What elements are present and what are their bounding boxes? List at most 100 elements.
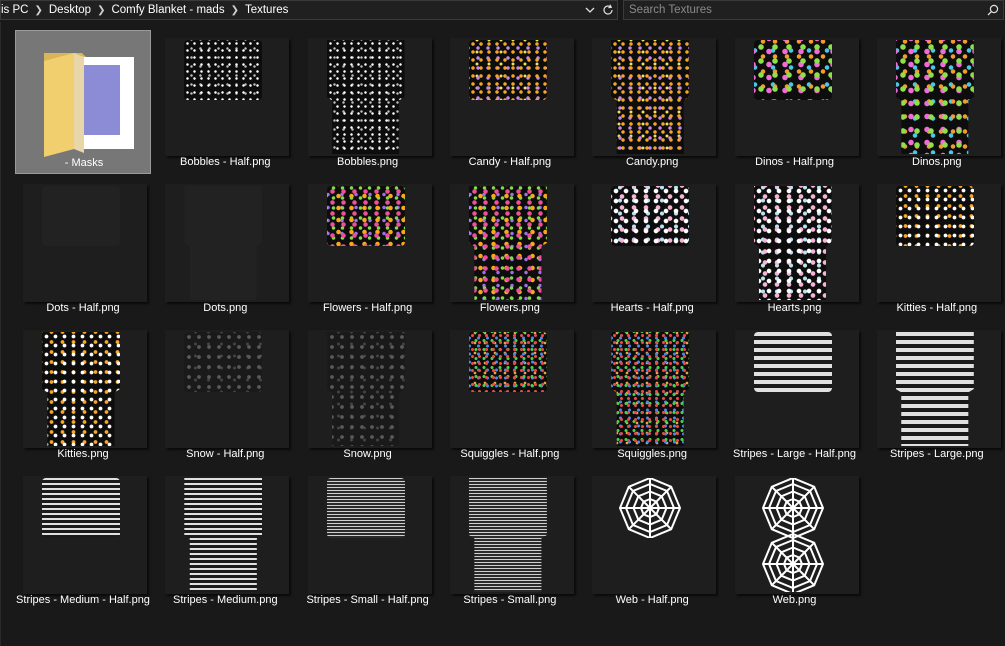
thumbnail	[165, 38, 290, 156]
file-name: Candy - Half.png	[468, 156, 552, 168]
chevron-right-icon[interactable]: ❯	[95, 5, 107, 16]
folder-item[interactable]: - Masks	[15, 30, 151, 174]
file-item[interactable]: Kitties.png	[15, 322, 151, 466]
file-name: Web.png	[772, 594, 817, 606]
file-item[interactable]: Snow.png	[300, 322, 436, 466]
flowers-texture-preview	[468, 186, 547, 300]
thumbnail	[449, 476, 574, 594]
file-name: Snow.png	[343, 448, 392, 460]
stripes-medium-texture-preview	[184, 478, 263, 592]
chevron-right-icon[interactable]: ❯	[229, 5, 241, 16]
file-item[interactable]: Stripes - Large.png	[869, 322, 1005, 466]
file-item[interactable]: Stripes - Medium - Half.png	[15, 468, 151, 612]
file-item[interactable]: Stripes - Large - Half.png	[727, 322, 863, 466]
thumbnail	[165, 184, 290, 302]
snow-texture-preview	[184, 332, 263, 392]
file-item[interactable]: Web - Half.png	[584, 468, 720, 612]
file-name: Stripes - Small - Half.png	[306, 594, 429, 606]
file-item[interactable]: Squiggles.png	[584, 322, 720, 466]
thumbnail	[592, 330, 717, 448]
breadcrumb-textures[interactable]: Textures	[241, 4, 292, 16]
file-item[interactable]: Hearts - Half.png	[584, 176, 720, 320]
file-item[interactable]: Hearts.png	[727, 176, 863, 320]
thumbnail	[876, 330, 1001, 448]
file-item[interactable]: Stripes - Small.png	[442, 468, 578, 612]
search-icon[interactable]	[983, 1, 1003, 19]
file-item[interactable]: Stripes - Small - Half.png	[300, 468, 436, 612]
thumbnail	[734, 184, 859, 302]
thumbnail	[165, 476, 290, 594]
search-box[interactable]	[623, 0, 1004, 20]
squiggles-texture-preview	[468, 332, 547, 392]
thumbnail	[592, 184, 717, 302]
file-item[interactable]: Stripes - Medium.png	[157, 468, 293, 612]
thumbnail	[307, 330, 432, 448]
thumbnail	[307, 38, 432, 156]
stripes-large-texture-preview	[895, 332, 974, 446]
thumbnail	[592, 38, 717, 156]
snow-texture-preview	[326, 332, 405, 446]
thumbnail	[307, 184, 432, 302]
file-item[interactable]: Web.png	[727, 468, 863, 612]
file-name: Dinos - Half.png	[755, 156, 834, 168]
squiggles-texture-preview	[611, 332, 690, 446]
file-name: Bobbles.png	[337, 156, 399, 168]
refresh-icon[interactable]	[599, 1, 617, 19]
file-item[interactable]: Bobbles.png	[300, 30, 436, 174]
file-item[interactable]: Flowers - Half.png	[300, 176, 436, 320]
file-item[interactable]: Kitties - Half.png	[869, 176, 1005, 320]
breadcrumb-comfy-blanket[interactable]: Comfy Blanket - mads	[107, 4, 228, 16]
file-name: Stripes - Medium - Half.png	[16, 594, 150, 606]
kitties-texture-preview	[895, 186, 974, 246]
file-item[interactable]: Dots.png	[157, 176, 293, 320]
file-item[interactable]: Snow - Half.png	[157, 322, 293, 466]
thumbnail	[307, 476, 432, 594]
thumbnail	[449, 38, 574, 156]
folder-icon	[24, 39, 148, 157]
file-name: Flowers.png	[479, 302, 540, 314]
thumbnail	[449, 184, 574, 302]
file-item[interactable]: Bobbles - Half.png	[157, 30, 293, 174]
web-texture-preview	[611, 477, 690, 540]
file-item[interactable]: Candy - Half.png	[442, 30, 578, 174]
file-item[interactable]: Flowers.png	[442, 176, 578, 320]
file-name: Web - Half.png	[615, 594, 689, 606]
thumbnail	[734, 476, 859, 596]
breadcrumb-desktop[interactable]: Desktop	[45, 4, 95, 16]
address-bar[interactable]: is PC ❯ Desktop ❯ Comfy Blanket - mads ❯…	[0, 0, 618, 20]
file-name: Dinos.png	[912, 156, 962, 168]
file-name: Hearts.png	[767, 302, 822, 314]
file-name: Squiggles - Half.png	[460, 448, 560, 460]
chevron-down-icon[interactable]	[581, 1, 599, 19]
file-item[interactable]: Dinos.png	[869, 30, 1005, 174]
stripes-large-texture-preview	[753, 332, 832, 392]
file-name: Snow - Half.png	[186, 448, 265, 460]
file-name: Squiggles.png	[617, 448, 688, 460]
stripes-small-texture-preview	[326, 478, 405, 538]
file-item[interactable]: Dots - Half.png	[15, 176, 151, 320]
file-item[interactable]: Candy.png	[584, 30, 720, 174]
stripes-medium-texture-preview	[42, 478, 120, 538]
kitties-texture-preview	[42, 332, 120, 446]
thumbnail	[449, 330, 574, 448]
file-name: Stripes - Large.png	[890, 448, 984, 460]
file-name: Dots.png	[203, 302, 248, 314]
file-item[interactable]: Dinos - Half.png	[727, 30, 863, 174]
stripes-small-texture-preview	[468, 478, 547, 592]
thumbnail	[23, 184, 147, 302]
flowers-texture-preview	[326, 186, 405, 246]
file-name: Kitties.png	[57, 448, 109, 460]
dinos-texture-preview	[753, 40, 832, 100]
file-item[interactable]: Squiggles - Half.png	[442, 322, 578, 466]
breadcrumb-this-pc[interactable]: is PC	[1, 4, 32, 16]
bobbles-texture-preview	[184, 40, 263, 100]
web-texture-preview	[753, 477, 832, 596]
thumbnail	[876, 184, 1001, 302]
file-name: Dots - Half.png	[46, 302, 120, 314]
hearts-texture-preview	[753, 186, 832, 300]
candy-texture-preview	[611, 40, 690, 154]
search-input[interactable]	[624, 3, 983, 17]
file-name: Stripes - Medium.png	[173, 594, 278, 606]
thumbnail	[23, 476, 147, 594]
chevron-right-icon[interactable]: ❯	[32, 5, 44, 16]
